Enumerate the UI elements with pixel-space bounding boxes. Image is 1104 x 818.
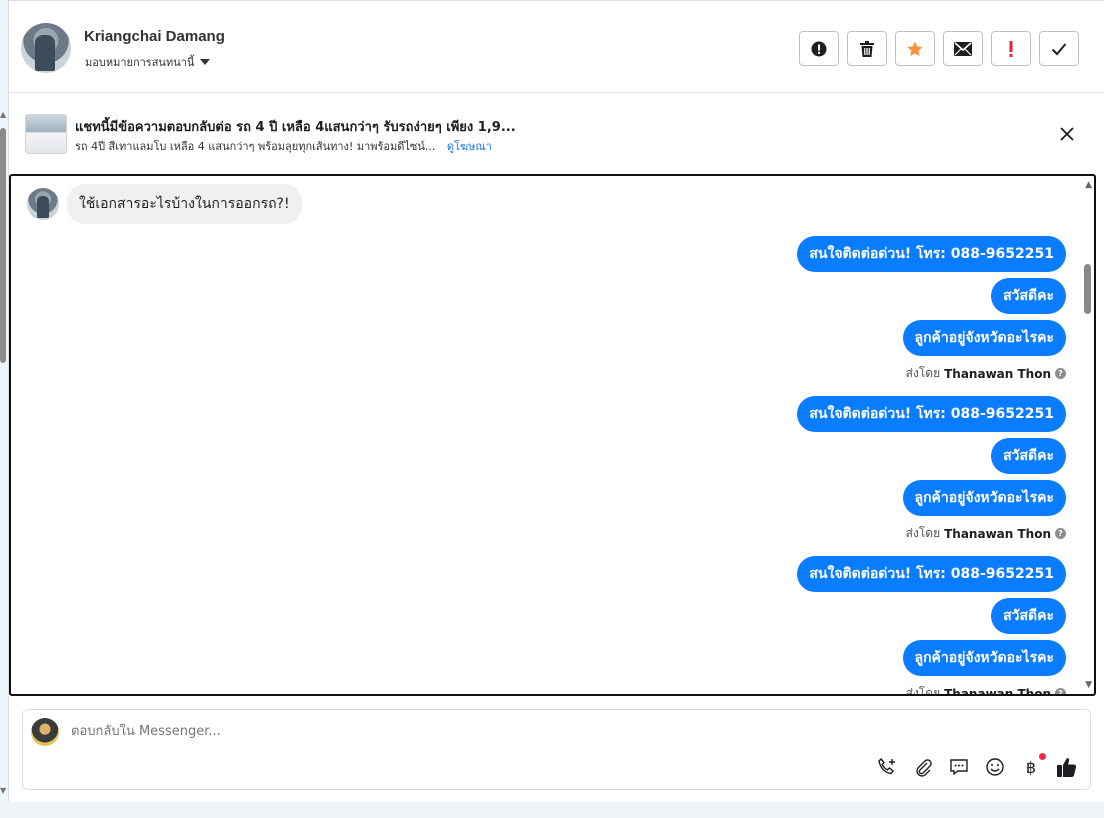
sender-name: Thanawan Thon — [944, 686, 1051, 696]
exclamation-icon — [1009, 40, 1013, 57]
incoming-message: ใช้เอกสารอะไรบ้างในการออกรถ?! — [27, 184, 302, 224]
mark-done-button[interactable] — [1039, 31, 1079, 66]
thread-scrollbar[interactable]: ▲ ▼ — [1082, 176, 1094, 694]
scrollbar-thumb[interactable] — [1084, 264, 1091, 314]
incoming-bubble: ใช้เอกสารอะไรบ้างในการออกรถ?! — [67, 184, 302, 224]
view-ad-link[interactable]: ดูโฆษณา — [447, 140, 492, 153]
baht-icon: ฿ — [1025, 757, 1037, 777]
paperclip-icon — [916, 759, 932, 777]
call-button[interactable] — [876, 756, 898, 778]
contact-name[interactable]: Kriangchai Damang — [84, 28, 225, 45]
message-thread[interactable]: ใช้เอกสารอะไรบ้างในการออกรถ?! สนใจติดต่อ… — [9, 174, 1096, 696]
ad-title: แชทนี้มีข้อความตอบกลับต่อ รถ 4 ปี เหลือ … — [75, 120, 516, 135]
ad-subtitle: รถ 4ปี สีเทาแลมโบ เหลือ 4 แสนกว่าๆ พร้อม… — [75, 137, 492, 155]
emoji-button[interactable] — [984, 756, 1006, 778]
ad-thumbnail[interactable] — [25, 114, 67, 154]
star-button[interactable] — [895, 31, 935, 66]
delete-button[interactable] — [847, 31, 887, 66]
composer-toolbar: ฿ — [876, 753, 1078, 778]
sender-avatar — [27, 188, 59, 220]
sent-by-label: ส่งโดย Thanawan Thon ? — [906, 524, 1066, 543]
conversation-panel: Kriangchai Damang มอบหมายการสนทนานี้ แชท… — [8, 0, 1104, 802]
chevron-down-icon — [200, 59, 211, 65]
reply-input[interactable] — [71, 724, 771, 739]
scroll-up-arrow-icon[interactable]: ▲ — [1085, 180, 1092, 190]
outgoing-bubble: ลูกค้าอยู่จังหวัดอะไรคะ — [902, 640, 1066, 676]
sender-name: Thanawan Thon — [944, 366, 1051, 381]
close-icon — [1060, 127, 1074, 141]
check-icon — [1051, 42, 1067, 55]
trash-icon — [860, 40, 874, 57]
mark-unread-button[interactable] — [943, 31, 983, 66]
scroll-down-arrow-icon[interactable]: ▼ — [1085, 680, 1092, 690]
outgoing-bubble: สวัสดีคะ — [991, 598, 1066, 634]
sender-name: Thanawan Thon — [944, 526, 1051, 541]
scroll-up-arrow-icon[interactable]: ▲ — [0, 110, 6, 119]
sent-by-label: ส่งโดย Thanawan Thon ? — [906, 364, 1066, 383]
outgoing-bubble: สนใจติดต่อด่วน! โทร: 088-9652251 — [797, 236, 1066, 272]
contact-avatar[interactable] — [21, 23, 71, 73]
scrollbar-thumb[interactable] — [0, 128, 6, 363]
payment-button[interactable]: ฿ — [1020, 753, 1046, 778]
outgoing-message-group: สนใจติดต่อด่วน! โทร: 088-9652251 สวัสดีค… — [797, 396, 1066, 543]
report-spam-button[interactable] — [799, 31, 839, 66]
sent-by-prefix: ส่งโดย — [905, 686, 941, 696]
outgoing-bubble: สวัสดีคะ — [991, 438, 1066, 474]
page-scrollbar[interactable]: ▲ ▼ — [0, 100, 8, 800]
assign-conversation-dropdown[interactable]: มอบหมายการสนทนานี้ — [85, 53, 211, 71]
outgoing-bubble: ลูกค้าอยู่จังหวัดอะไรคะ — [902, 320, 1066, 356]
saved-replies-button[interactable] — [948, 756, 970, 778]
outgoing-bubble: สนใจติดต่อด่วน! โทร: 088-9652251 — [797, 556, 1066, 592]
reply-composer: ฿ — [22, 709, 1091, 790]
alert-circle-icon — [811, 41, 827, 56]
scroll-down-arrow-icon[interactable]: ▼ — [0, 786, 6, 795]
page-avatar — [31, 718, 59, 746]
notification-dot — [1039, 753, 1046, 760]
help-icon[interactable]: ? — [1055, 688, 1066, 694]
ad-description: รถ 4ปี สีเทาแลมโบ เหลือ 4 แสนกว่าๆ พร้อม… — [75, 140, 436, 153]
assign-label: มอบหมายการสนทนานี้ — [85, 56, 195, 69]
attach-button[interactable] — [912, 756, 934, 778]
outgoing-bubble: สวัสดีคะ — [991, 278, 1066, 314]
smiley-icon — [986, 758, 1004, 776]
outgoing-message-group: สนใจติดต่อด่วน! โทร: 088-9652251 สวัสดีค… — [797, 556, 1066, 696]
like-button[interactable] — [1056, 756, 1078, 778]
conversation-header: Kriangchai Damang มอบหมายการสนทนานี้ — [9, 1, 1104, 93]
close-ad-bar-button[interactable] — [1057, 124, 1077, 144]
conversation-actions — [799, 31, 1079, 66]
star-icon — [907, 41, 923, 56]
help-icon[interactable]: ? — [1055, 368, 1066, 379]
help-icon[interactable]: ? — [1055, 528, 1066, 539]
sent-by-prefix: ส่งโดย — [905, 366, 941, 380]
outgoing-message-group: สนใจติดต่อด่วน! โทร: 088-9652251 สวัสดีค… — [797, 236, 1066, 383]
sent-by-label: ส่งโดย Thanawan Thon ? — [905, 684, 1066, 696]
ad-reference-bar: แชทนี้มีข้อความตอบกลับต่อ รถ 4 ปี เหลือ … — [9, 94, 1104, 173]
thumbs-up-icon — [1057, 758, 1077, 777]
sent-by-prefix: ส่งโดย — [905, 526, 941, 540]
follow-up-button[interactable] — [991, 31, 1031, 66]
chat-bubble-icon — [950, 759, 968, 776]
outgoing-bubble: สนใจติดต่อด่วน! โทร: 088-9652251 — [797, 396, 1066, 432]
phone-plus-icon — [878, 757, 895, 775]
outgoing-bubble: ลูกค้าอยู่จังหวัดอะไรคะ — [902, 480, 1066, 516]
envelope-icon — [954, 41, 972, 56]
